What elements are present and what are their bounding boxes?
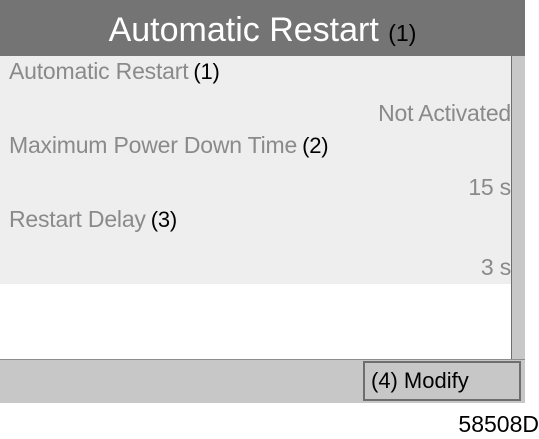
setting-row-maximum-power-down-time[interactable]: Maximum Power Down Time (2) 15 s: [0, 130, 511, 204]
modify-button[interactable]: (4) Modify: [363, 361, 521, 401]
setting-callout: (3): [150, 207, 178, 232]
setting-value: 3 s: [480, 254, 511, 280]
setting-callout: (2): [302, 133, 329, 158]
page-title: Automatic Restart: [108, 11, 379, 49]
setting-value: 15 s: [468, 174, 511, 200]
title-callout: (1): [388, 20, 417, 46]
figure-id: 58508D: [458, 411, 539, 437]
modify-label: Modify: [403, 368, 469, 393]
setting-label-text: Automatic Restart: [9, 58, 189, 84]
empty-row: [0, 284, 511, 359]
setting-callout: (1): [193, 59, 220, 84]
title-bar: Automatic Restart (1): [0, 0, 525, 56]
setting-label: Maximum Power Down Time (2): [9, 132, 329, 159]
setting-label-text: Maximum Power Down Time: [9, 132, 298, 158]
scrollbar[interactable]: [511, 56, 525, 359]
setting-label-text: Restart Delay: [9, 206, 146, 232]
softkey-bar: (4) Modify: [0, 359, 525, 403]
modify-callout: (4): [371, 368, 398, 393]
setting-label: Restart Delay (3): [9, 206, 177, 233]
settings-list: Automatic Restart (1) Not Activated Maxim…: [0, 56, 511, 359]
setting-value: Not Activated: [378, 100, 511, 126]
controller-screen: Automatic Restart (1) Automatic Restart(…: [0, 0, 525, 403]
setting-row-restart-delay[interactable]: Restart Delay (3) 3 s: [0, 204, 511, 284]
setting-label: Automatic Restart (1): [9, 58, 220, 85]
setting-row-automatic-restart[interactable]: Automatic Restart (1) Not Activated: [0, 56, 511, 130]
